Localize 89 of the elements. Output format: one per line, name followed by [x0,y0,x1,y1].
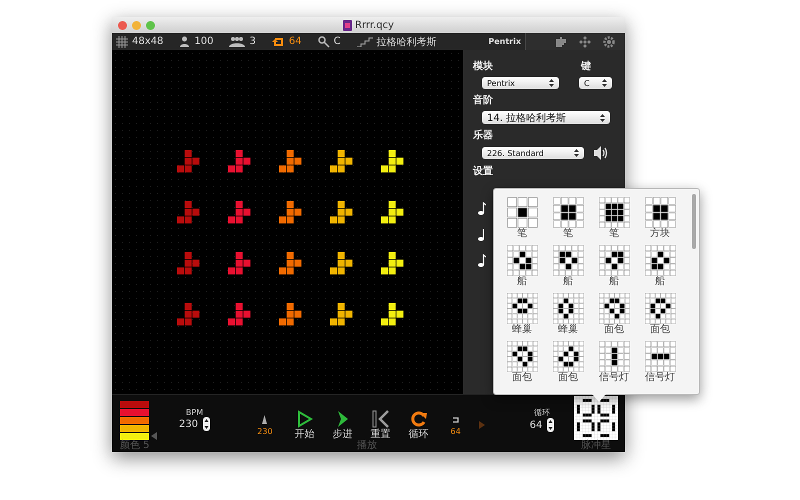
pattern-option[interactable]: 笔 [499,197,545,239]
pattern-option[interactable]: 蜂巢 [499,293,545,335]
step-button[interactable]: 步进 [328,410,357,440]
cell-pattern-icon [506,293,538,324]
loop-count: 64 [450,426,461,436]
pattern-thumbnail[interactable] [574,396,618,440]
toolbar-value: 拉格哈利考斯 [376,36,437,48]
person-icon [179,36,190,47]
loop-button[interactable]: 循环 [404,410,433,440]
puzzle-icon[interactable] [555,36,567,48]
triangle-icon[interactable] [151,432,157,440]
pattern-option[interactable]: 船 [591,245,637,287]
cell-pattern-icon [598,341,630,372]
loop-value: 64 [530,420,542,430]
pattern-option[interactable]: 方块 [637,197,683,239]
toolbar-value: 100 [194,36,214,47]
scale-label: 音阶 [473,93,494,107]
cell-pattern-icon [552,245,584,276]
cell-pattern-icon [506,245,538,276]
tempo-value: 230 [257,426,273,436]
document-icon [343,20,352,30]
play-icon [296,410,313,428]
caret-icon [602,79,607,87]
pattern-option[interactable]: 面包 [545,341,591,383]
close-button[interactable] [118,20,127,30]
cell-pattern-icon [552,197,584,228]
cell-pattern-icon [598,245,630,276]
toolbar-value: 64 [288,36,302,47]
cell-pattern-icon [552,293,584,324]
instrument-label: 乐器 [473,128,494,142]
dots-icon[interactable] [579,36,591,48]
arrow-icon [478,421,485,429]
metronome-icon [260,414,270,424]
pattern-option[interactable]: 面包 [591,293,637,335]
pattern-option[interactable]: 船 [545,245,591,287]
rewind-icon [372,410,390,428]
caret-icon [574,149,579,157]
note-icon [478,254,486,267]
key-label: 键 [581,60,591,73]
settings-label: 设置 [473,164,494,178]
module-dropdown[interactable]: Pentrix [482,77,559,89]
colors-label: 颜色 5 [120,440,150,452]
cell-pattern-icon [506,341,538,372]
toolbar-value: 3 [249,36,256,47]
reset-button[interactable]: 重置 [366,410,395,440]
circular-arrow-icon [410,410,428,428]
pattern-option[interactable]: 信号灯 [591,341,637,383]
pattern-label: 脉冲星 [581,440,611,452]
play-button[interactable]: 开始 [290,410,319,440]
pattern-option[interactable]: 笔 [545,197,591,239]
toolbar-value: C [334,36,341,47]
note-icon [478,202,486,215]
module-label: 模块 [473,60,494,73]
playback-label: 播放 [357,440,377,452]
pattern-option[interactable]: 面包 [637,293,683,335]
window-title: Rrrr.qcy [355,20,394,30]
pattern-option[interactable]: 蜂巢 [545,293,591,335]
cell-pattern-icon [506,197,538,228]
people-icon [229,36,246,47]
module-name: Pentrix [488,37,522,46]
scrollbar[interactable] [692,194,696,249]
stepper-control[interactable] [547,418,554,432]
note-icon [478,228,484,241]
scale-dropdown[interactable]: 14. 拉格哈利考斯 [482,111,610,124]
loop-label: 循环 [534,407,550,418]
pattern-option[interactable]: 船 [499,245,545,287]
toolbar-value: 48x48 [132,36,164,47]
bpm-value: 230 [178,418,198,430]
speaker-icon[interactable] [594,146,610,160]
stepper-control[interactable] [203,417,210,431]
cell-pattern-icon [644,293,676,324]
pattern-option[interactable]: 船 [637,245,683,287]
pattern-option[interactable]: 信号灯 [637,341,683,383]
instrument-dropdown[interactable]: 226. Standard [482,147,584,159]
pattern-option[interactable]: 面包 [499,341,545,383]
cell-pattern-icon [644,197,676,228]
key-dropdown[interactable]: C [579,77,612,89]
bpm-label: BPM [186,408,204,417]
caret-icon [600,114,605,122]
cell-pattern-icon [552,341,584,372]
pattern-option[interactable]: 笔 [591,197,637,239]
grid-icon [116,36,128,48]
caret-icon [549,79,554,87]
cell-pattern-icon [644,245,676,276]
cell-pattern-icon [598,197,630,228]
settings-icon[interactable] [603,36,615,48]
color-swatches[interactable] [120,401,149,440]
cell-pattern-icon [598,293,630,324]
cell-pattern-icon [644,341,676,372]
